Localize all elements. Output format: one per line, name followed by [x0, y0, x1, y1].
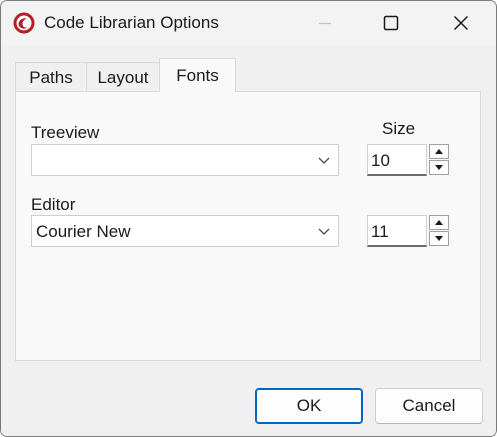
editor-size-input[interactable]: 11 — [367, 215, 427, 247]
maximize-icon — [383, 15, 399, 31]
editor-label: Editor — [31, 195, 76, 214]
tab-layout[interactable]: Layout — [86, 62, 159, 92]
editor-size-down-button[interactable] — [429, 231, 449, 246]
chevron-down-icon — [318, 228, 330, 235]
minimize-button[interactable] — [302, 1, 348, 45]
window-title: Code Librarian Options — [44, 13, 219, 32]
close-icon — [453, 15, 469, 31]
arrow-up-icon — [435, 220, 443, 225]
minimize-icon — [319, 22, 331, 25]
fonts-tab-panel: Treeview Size 10 Editor Courier New 11 — [15, 91, 481, 361]
options-dialog: Code Librarian Options Paths Layout Font… — [0, 0, 497, 437]
arrow-down-icon — [435, 236, 443, 241]
maximize-button[interactable] — [368, 1, 414, 45]
close-button[interactable] — [438, 1, 484, 45]
cancel-button[interactable]: Cancel — [375, 388, 483, 424]
treeview-size-up-button[interactable] — [429, 144, 449, 159]
treeview-size-value: 10 — [371, 151, 390, 170]
arrow-down-icon — [435, 165, 443, 170]
tab-fonts[interactable]: Fonts — [159, 58, 236, 92]
editor-size-value: 11 — [371, 222, 389, 241]
editor-size-up-button[interactable] — [429, 215, 449, 230]
editor-font-combo[interactable]: Courier New — [31, 215, 339, 247]
size-header: Size — [382, 119, 416, 138]
treeview-font-combo[interactable] — [31, 144, 339, 176]
arrow-up-icon — [435, 149, 443, 154]
editor-font-value: Courier New — [36, 222, 131, 241]
ok-button[interactable]: OK — [255, 388, 363, 424]
app-icon — [13, 12, 35, 34]
title-bar[interactable]: Code Librarian Options — [1, 1, 496, 45]
chevron-down-icon — [318, 157, 330, 164]
treeview-size-down-button[interactable] — [429, 160, 449, 175]
tab-paths[interactable]: Paths — [15, 62, 86, 92]
treeview-label: Treeview — [31, 123, 100, 142]
dialog-client-area: Paths Layout Fonts Treeview Size 10 Edit… — [1, 45, 496, 436]
treeview-size-input[interactable]: 10 — [367, 144, 427, 176]
